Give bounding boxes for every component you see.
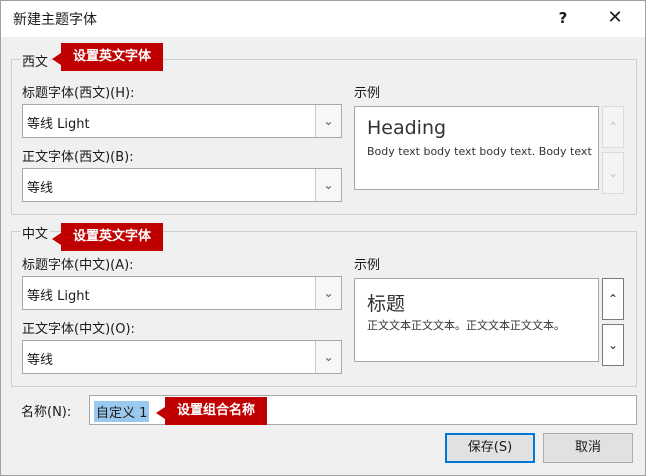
- western-font-callout: 设置英文字体: [51, 43, 164, 71]
- western-sample-label: 示例: [354, 86, 381, 101]
- eastasian-sample-heading: 标题: [367, 293, 406, 315]
- western-sample-body: Body text body text body text. Body text: [367, 145, 592, 158]
- chevron-down-icon: ⌄: [602, 152, 624, 194]
- name-callout: 设置组合名称: [155, 397, 268, 425]
- cancel-button[interactable]: 取消: [543, 433, 633, 463]
- title-bar: 新建主题字体 ? ✕: [1, 1, 645, 37]
- western-body-font-value: 等线: [27, 181, 54, 196]
- eastasian-sample-body: 正文文本正文文本。正文文本正文文本。: [367, 319, 565, 332]
- name-label: 名称(N):: [21, 405, 72, 420]
- name-input-value: 自定义 1: [94, 401, 150, 422]
- eastasian-heading-font-value: 等线 Light: [27, 289, 90, 304]
- eastasian-font-callout: 设置英文字体: [51, 223, 164, 251]
- dialog-title: 新建主题字体: [13, 12, 97, 28]
- eastasian-group-label: 中文: [20, 223, 51, 242]
- western-heading-font-label: 标题字体(西文)(H):: [22, 86, 135, 101]
- chevron-up-icon: ⌃: [602, 106, 624, 148]
- western-sample-heading: Heading: [367, 117, 447, 139]
- eastasian-body-font-combo[interactable]: 等线 ⌄: [22, 340, 342, 374]
- eastasian-sample-label: 示例: [354, 258, 381, 273]
- eastasian-body-font-value: 等线: [27, 353, 54, 368]
- eastasian-heading-font-label: 标题字体(中文)(A):: [22, 258, 134, 273]
- western-heading-font-value: 等线 Light: [27, 117, 90, 132]
- new-theme-fonts-dialog: 新建主题字体 ? ✕ 西文 标题字体(西文)(H): 等线 Light ⌄ 正文…: [0, 0, 646, 476]
- chevron-down-icon[interactable]: ⌄: [602, 324, 624, 366]
- western-sample-preview: Heading Body text body text body text. B…: [354, 106, 599, 190]
- western-heading-font-combo[interactable]: 等线 Light ⌄: [22, 104, 342, 138]
- western-font-group: 西文 标题字体(西文)(H): 等线 Light ⌄ 正文字体(西文)(B): …: [11, 51, 637, 215]
- chevron-up-icon[interactable]: ⌃: [602, 278, 624, 320]
- eastasian-sample-preview: 标题 正文文本正文文本。正文文本正文文本。: [354, 278, 599, 362]
- chevron-down-icon[interactable]: ⌄: [315, 277, 341, 309]
- eastasian-body-font-label: 正文字体(中文)(O):: [22, 322, 135, 337]
- chevron-down-icon[interactable]: ⌄: [315, 105, 341, 137]
- chevron-down-icon[interactable]: ⌄: [315, 341, 341, 373]
- help-button[interactable]: ?: [549, 5, 577, 31]
- western-group-label: 西文: [20, 51, 51, 70]
- western-body-font-label: 正文字体(西文)(B):: [22, 150, 134, 165]
- close-button[interactable]: ✕: [599, 5, 631, 31]
- eastasian-font-group: 中文 标题字体(中文)(A): 等线 Light ⌄ 正文字体(中文)(O): …: [11, 223, 637, 387]
- eastasian-heading-font-combo[interactable]: 等线 Light ⌄: [22, 276, 342, 310]
- save-button[interactable]: 保存(S): [445, 433, 535, 463]
- chevron-down-icon[interactable]: ⌄: [315, 169, 341, 201]
- western-body-font-combo[interactable]: 等线 ⌄: [22, 168, 342, 202]
